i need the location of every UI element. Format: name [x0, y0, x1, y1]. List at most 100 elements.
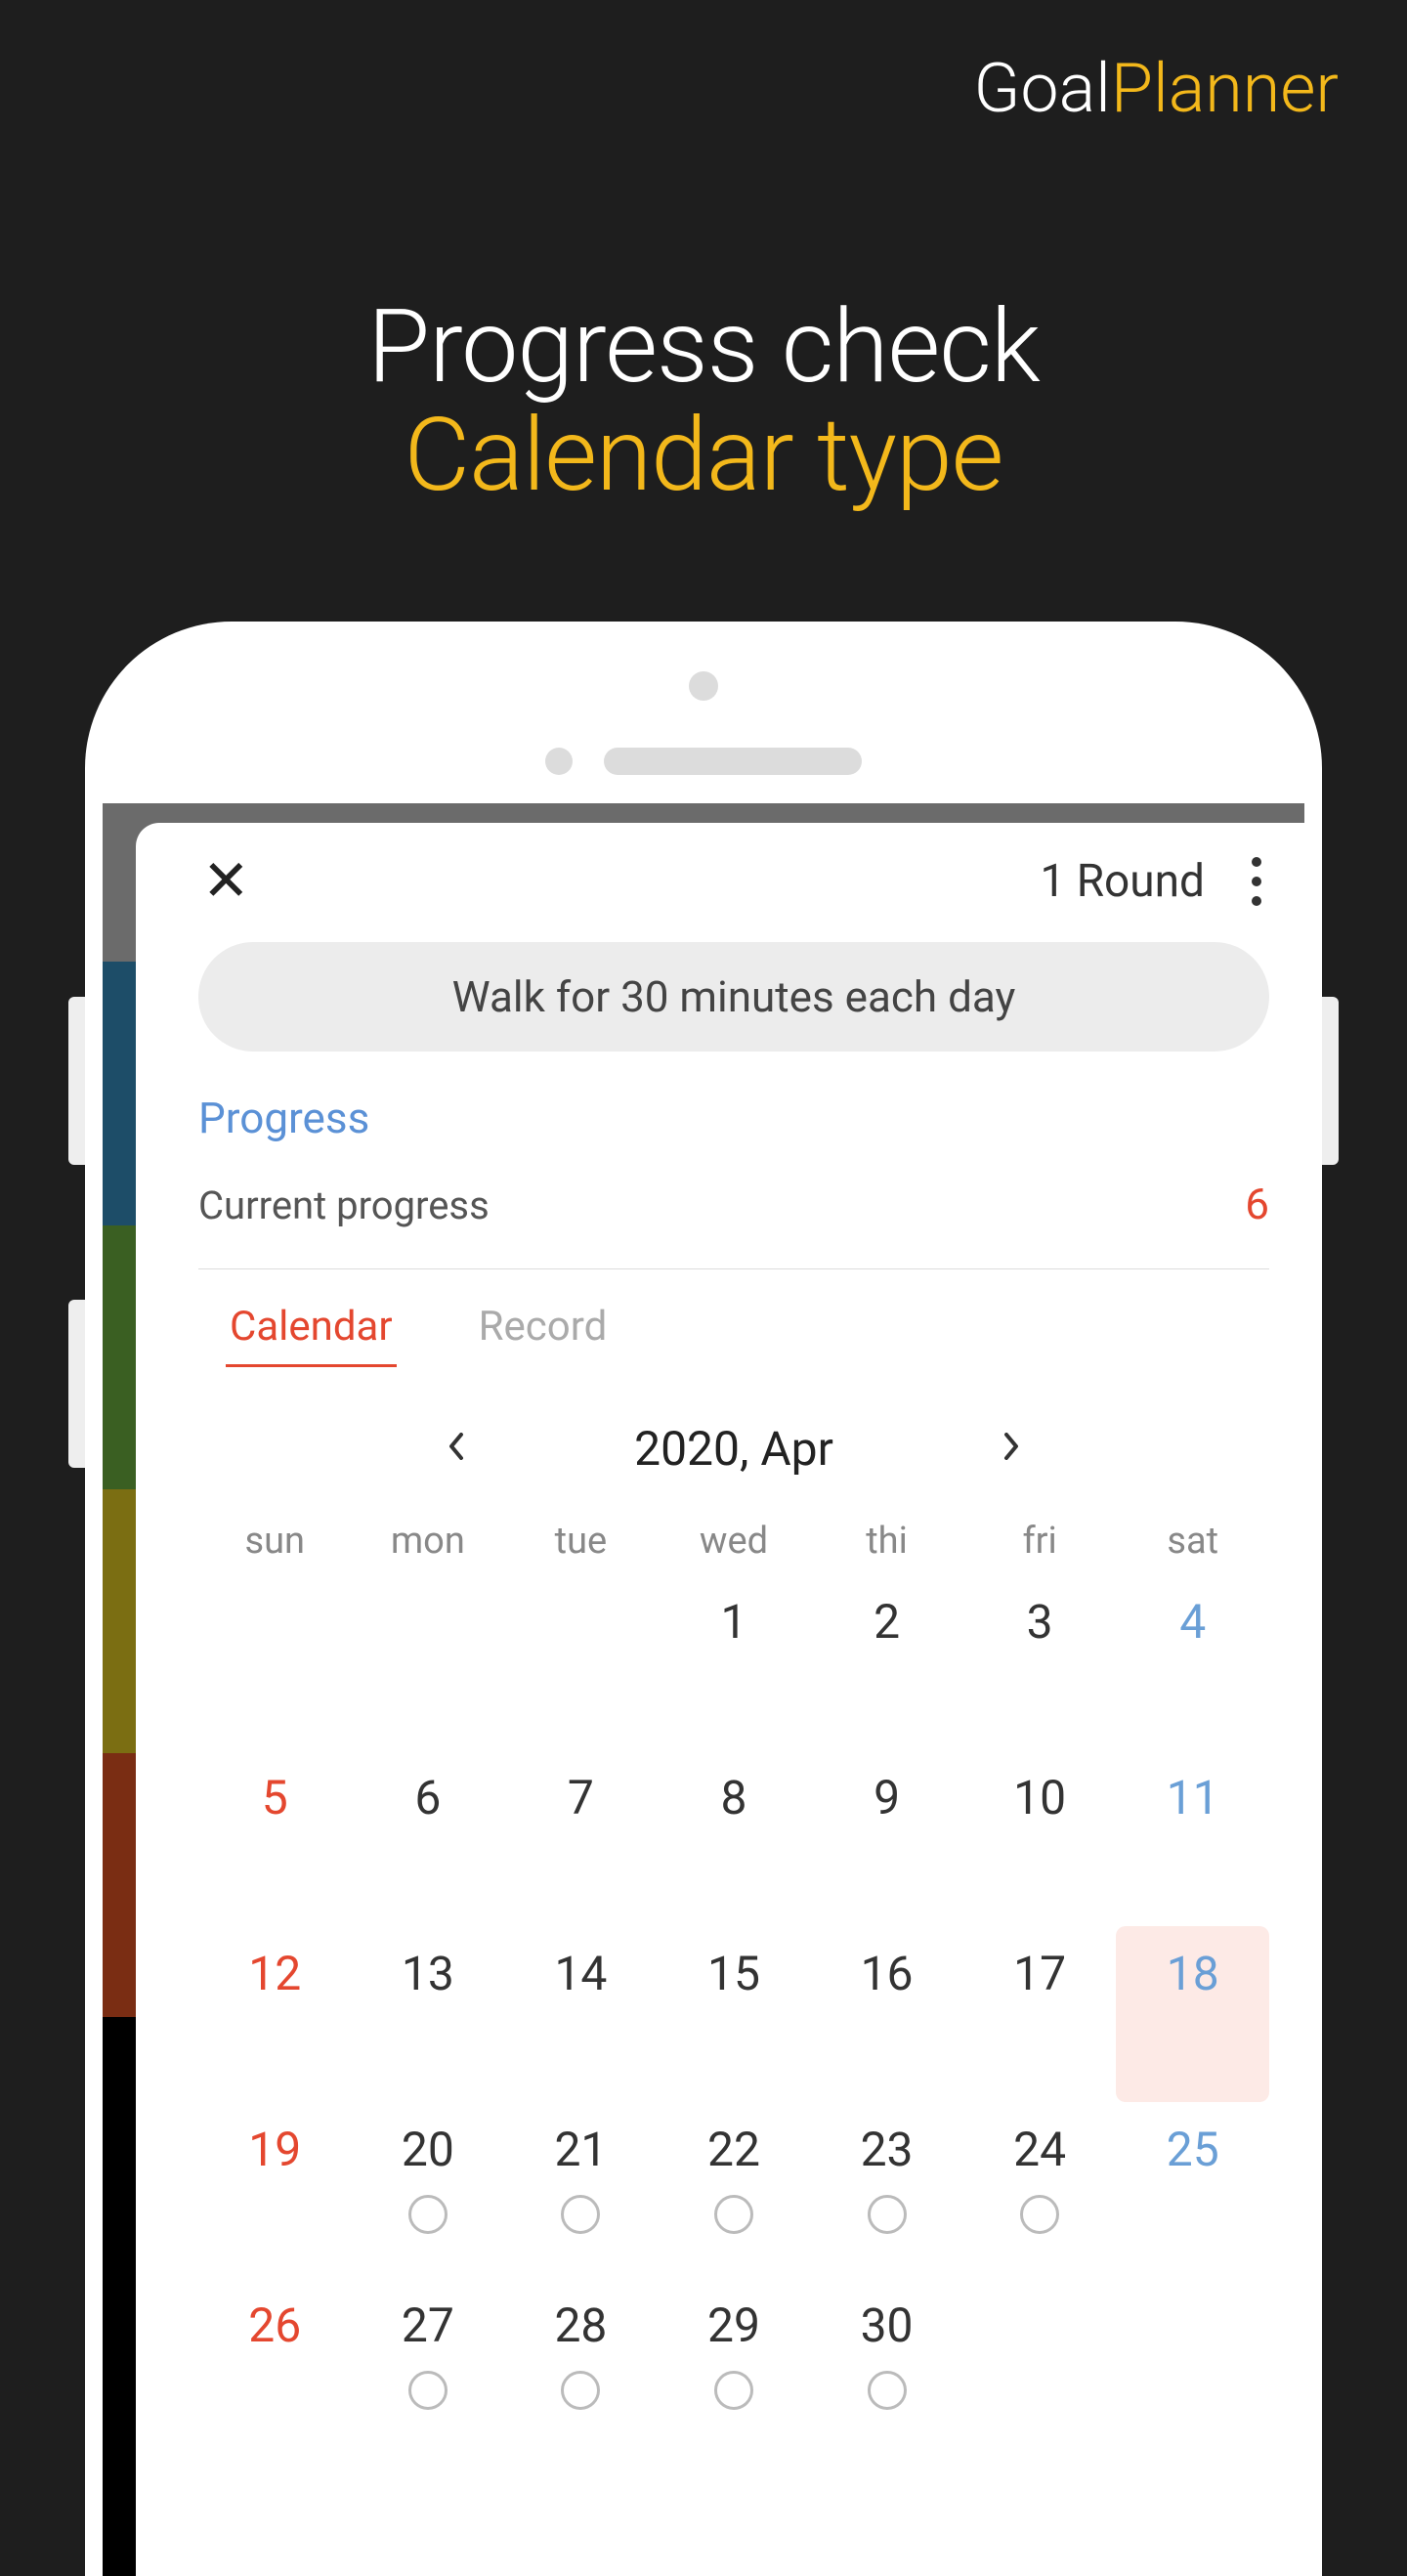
calendar-day[interactable]: 13 [352, 1926, 505, 2102]
weekday-label: mon [352, 1520, 505, 1563]
day-number: 3 [1027, 1594, 1053, 1650]
calendar-day[interactable]: 21 [504, 2102, 658, 2278]
tab-calendar[interactable]: Calendar [226, 1295, 397, 1367]
day-number: 30 [861, 2297, 914, 2353]
calendar-day[interactable]: 25 [1116, 2102, 1269, 2278]
calendar-row: 19 20 21 22 23 24 25 [198, 2102, 1269, 2278]
day-number: 4 [1179, 1594, 1206, 1650]
calendar-day[interactable]: 9 [810, 1750, 963, 1926]
calendar-empty-cell [504, 1574, 658, 1750]
goal-title-pill: Walk for 30 minutes each day [198, 942, 1269, 1052]
phone-screen: ✕ 1 Round Walk for 30 minutes each day P… [103, 803, 1304, 2576]
headline-line1: Progress check [0, 288, 1407, 407]
app-title: GoalPlanner [974, 49, 1340, 129]
section-title-progress: Progress [198, 1093, 1269, 1143]
calendar-day[interactable]: 4 [1116, 1574, 1269, 1750]
calendar-day[interactable]: 5 [198, 1750, 352, 1926]
day-number: 12 [248, 1946, 301, 2001]
calendar-row: 12 3 4 [198, 1574, 1269, 1750]
calendar-day[interactable]: 8 [658, 1750, 811, 1926]
progress-ring-icon [714, 2195, 753, 2234]
day-number: 24 [1013, 2122, 1066, 2177]
progress-ring-icon [1020, 2195, 1059, 2234]
calendar-weekday-header: sunmontuewedthifrisat [198, 1520, 1269, 1563]
calendar-day[interactable]: 27 [352, 2278, 505, 2454]
current-progress-row: Current progress 6 [198, 1179, 1269, 1269]
day-number: 22 [707, 2122, 760, 2177]
day-number: 17 [1013, 1946, 1066, 2001]
day-number: 10 [1013, 1770, 1066, 1825]
day-number: 8 [721, 1770, 747, 1825]
next-month-icon[interactable] [990, 1416, 1033, 1481]
tab-record[interactable]: Record [475, 1295, 612, 1367]
calendar-day[interactable]: 12 [198, 1926, 352, 2102]
weekday-label: fri [963, 1520, 1117, 1563]
calendar-day[interactable]: 19 [198, 2102, 352, 2278]
calendar-day[interactable]: 29 [658, 2278, 811, 2454]
weekday-label: sat [1116, 1520, 1269, 1563]
calendar-day[interactable]: 20 [352, 2102, 505, 2278]
weekday-label: sun [198, 1520, 352, 1563]
calendar-day[interactable]: 24 [963, 2102, 1117, 2278]
phone-notch-dot [689, 671, 718, 701]
calendar-day[interactable]: 17 [963, 1926, 1117, 2102]
current-progress-label: Current progress [198, 1182, 490, 1228]
calendar-day[interactable]: 10 [963, 1750, 1117, 1926]
month-label: 2020, Apr [634, 1421, 833, 1477]
month-navigator: 2020, Apr [198, 1416, 1269, 1481]
weekday-label: thi [810, 1520, 963, 1563]
day-number: 11 [1167, 1770, 1219, 1825]
calendar-day[interactable]: 26 [198, 2278, 352, 2454]
app-title-part1: Goal [974, 49, 1111, 129]
app-title-part2: Planner [1111, 49, 1339, 129]
calendar-row: 12 13 14 15 16 17 18 [198, 1926, 1269, 2102]
day-number: 13 [402, 1946, 454, 2001]
calendar-day[interactable]: 30 [810, 2278, 963, 2454]
headline-line2: Calendar type [0, 397, 1407, 515]
day-number: 18 [1167, 1946, 1219, 2001]
calendar-day[interactable]: 11 [1116, 1750, 1269, 1926]
day-number: 23 [861, 2122, 914, 2177]
calendar-day[interactable]: 1 [658, 1574, 811, 1750]
progress-ring-icon [714, 2371, 753, 2410]
calendar-day[interactable]: 6 [352, 1750, 505, 1926]
calendar-day[interactable]: 2 [810, 1574, 963, 1750]
view-tabs: Calendar Record [198, 1295, 1269, 1367]
calendar-grid: sunmontuewedthifrisat 123456789101112131… [198, 1520, 1269, 2454]
calendar-day[interactable]: 18 [1116, 1926, 1269, 2102]
calendar-day[interactable]: 28 [504, 2278, 658, 2454]
close-icon[interactable]: ✕ [198, 847, 254, 916]
day-number: 7 [568, 1770, 594, 1825]
weekday-label: tue [504, 1520, 658, 1563]
progress-ring-icon [408, 2371, 448, 2410]
progress-ring-icon [561, 2371, 600, 2410]
calendar-day[interactable]: 15 [658, 1926, 811, 2102]
day-number: 28 [554, 2297, 607, 2353]
progress-ring-icon [868, 2371, 907, 2410]
calendar-day[interactable]: 7 [504, 1750, 658, 1926]
day-number: 20 [402, 2122, 454, 2177]
day-number: 25 [1167, 2122, 1219, 2177]
progress-sheet: ✕ 1 Round Walk for 30 minutes each day P… [136, 823, 1304, 2576]
calendar-day[interactable]: 3 [963, 1574, 1117, 1750]
weekday-label: wed [658, 1520, 811, 1563]
day-number: 15 [707, 1946, 760, 2001]
sheet-header-right: 1 Round [1040, 849, 1269, 914]
calendar-empty-cell [352, 1574, 505, 1750]
day-number: 6 [414, 1770, 441, 1825]
prev-month-icon[interactable] [435, 1416, 478, 1481]
calendar-row: 2627 28 29 30 [198, 2278, 1269, 2454]
progress-ring-icon [868, 2195, 907, 2234]
calendar-empty-cell [1116, 2278, 1269, 2454]
calendar-day[interactable]: 22 [658, 2102, 811, 2278]
more-menu-icon[interactable] [1244, 849, 1269, 914]
calendar-day[interactable]: 23 [810, 2102, 963, 2278]
phone-speaker-row [545, 748, 862, 775]
progress-ring-icon [561, 2195, 600, 2234]
calendar-empty-cell [198, 1574, 352, 1750]
calendar-row: 5 6 7 8 9 10 11 [198, 1750, 1269, 1926]
calendar-day[interactable]: 16 [810, 1926, 963, 2102]
day-number: 29 [707, 2297, 760, 2353]
day-number: 19 [248, 2122, 301, 2177]
calendar-day[interactable]: 14 [504, 1926, 658, 2102]
